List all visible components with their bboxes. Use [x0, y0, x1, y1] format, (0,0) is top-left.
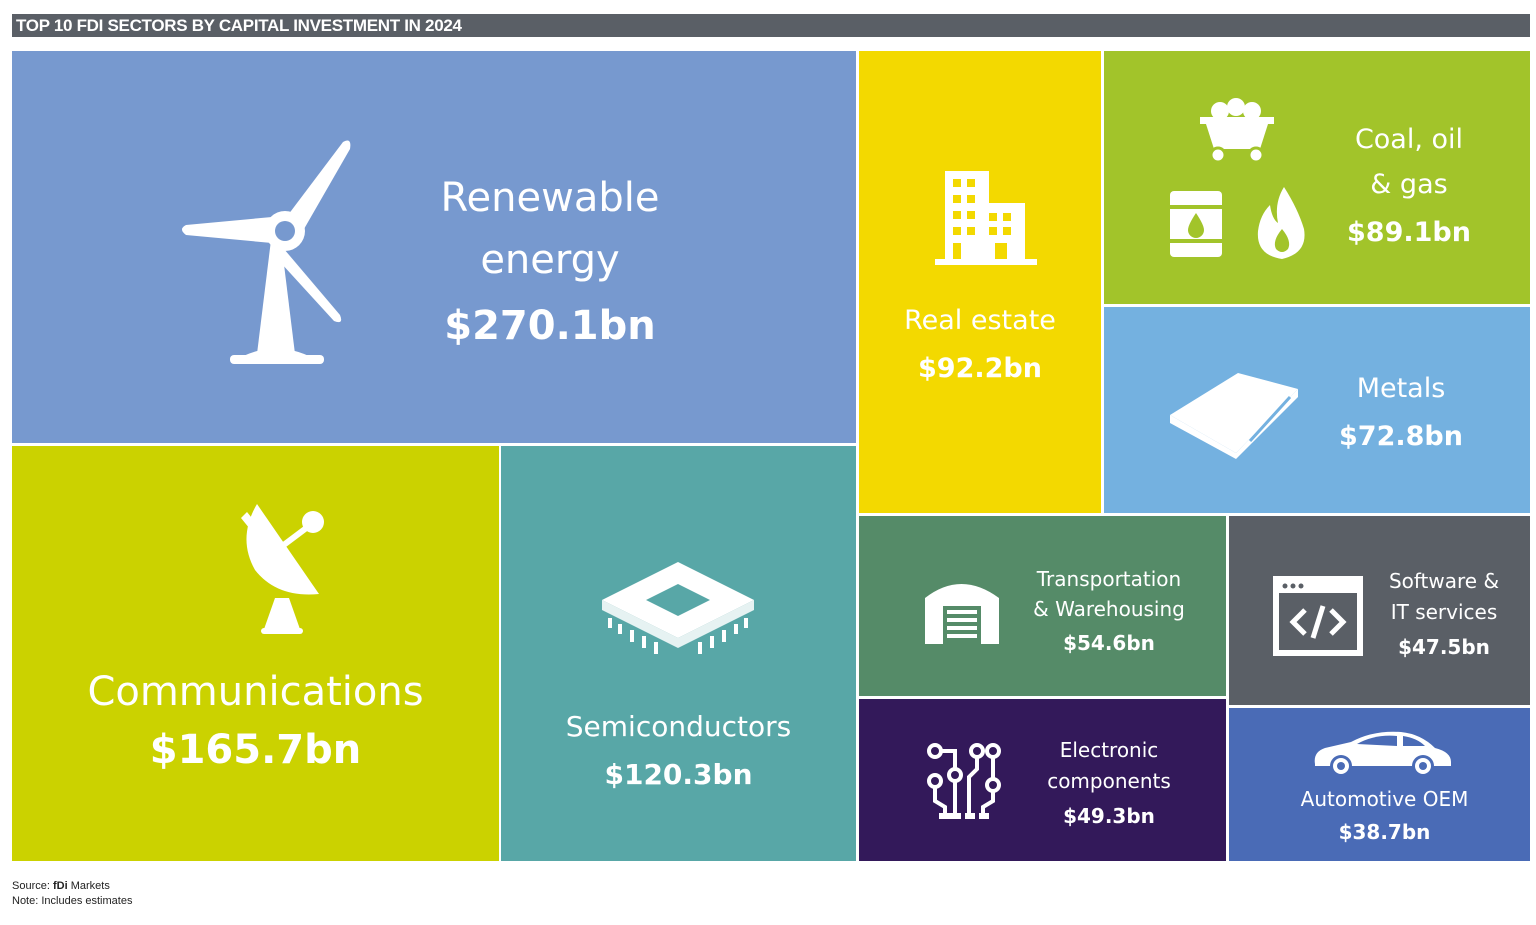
transport-label: Transportation & Warehousing $54.6bn: [1019, 564, 1199, 662]
electronic-label: Electronic components $49.3bn: [1019, 735, 1199, 835]
metals-label: Metals $72.8bn: [1304, 367, 1498, 463]
semiconductors-label: Semiconductors $120.3bn: [501, 704, 856, 800]
electronic-name-line1: Electronic: [1059, 738, 1159, 762]
renewable-label: Renewable energy $270.1bn: [430, 167, 670, 361]
communications-value: $165.7bn: [149, 727, 362, 773]
renewable-value: $270.1bn: [444, 303, 656, 349]
realestate-label: Real estate $92.2bn: [859, 299, 1101, 395]
semiconductors-name: Semiconductors: [565, 710, 792, 743]
automotive-name: Automotive OEM: [1300, 787, 1469, 811]
source-brand: fDi: [52, 880, 68, 892]
transport-name-line2: & Warehousing: [1033, 597, 1185, 621]
realestate-value: $92.2bn: [918, 353, 1042, 384]
car-icon: [1311, 728, 1455, 778]
circuit-icon: [925, 741, 1003, 821]
oil-barrel-icon: [1168, 189, 1224, 259]
code-window-icon: [1273, 576, 1363, 656]
communications-name: Communications: [87, 669, 424, 715]
realestate-name: Real estate: [904, 305, 1056, 336]
electronic-value: $49.3bn: [1063, 804, 1155, 828]
tile-software-it: Software & IT services $47.5bn: [1229, 516, 1530, 705]
transport-value: $54.6bn: [1063, 631, 1155, 655]
source-suffix: Markets: [67, 880, 110, 892]
semiconductors-value: $120.3bn: [604, 758, 753, 791]
metals-name: Metals: [1356, 373, 1446, 404]
metal-sheets-icon: [1166, 367, 1302, 459]
coal-value: $89.1bn: [1347, 217, 1471, 248]
tile-transportation-warehousing: Transportation & Warehousing $54.6bn: [859, 516, 1226, 696]
source-prefix: Source:: [12, 880, 53, 892]
tile-real-estate: Real estate $92.2bn: [859, 51, 1101, 513]
renewable-name-line2: energy: [480, 237, 620, 283]
warehouse-icon: [921, 574, 1003, 646]
coal-name-line2: & gas: [1370, 169, 1448, 200]
satellite-dish-icon: [227, 498, 342, 636]
tile-semiconductors: Semiconductors $120.3bn: [501, 446, 856, 861]
software-value: $47.5bn: [1398, 635, 1490, 659]
estimates-note: Note: Includes estimates: [12, 895, 133, 907]
coal-name-line1: Coal, oil: [1354, 124, 1464, 155]
mine-cart-icon: [1198, 97, 1276, 165]
chart-title: TOP 10 FDI SECTORS BY CAPITAL INVESTMENT…: [12, 14, 1530, 37]
source-note: Source: fDi Markets: [12, 880, 110, 892]
software-name-line1: Software &: [1388, 569, 1500, 593]
flame-icon: [1254, 185, 1308, 261]
automotive-value: $38.7bn: [1338, 820, 1431, 844]
tile-renewable-energy: Renewable energy $270.1bn: [12, 51, 856, 443]
tile-electronic-components: Electronic components $49.3bn: [859, 699, 1226, 861]
software-name-line2: IT services: [1390, 600, 1498, 624]
coal-label: Coal, oil & gas $89.1bn: [1314, 117, 1504, 259]
electronic-name-line2: components: [1047, 769, 1171, 793]
wind-turbine-icon: [180, 137, 370, 367]
microchip-icon: [598, 558, 758, 658]
tile-coal-oil-gas: Coal, oil & gas $89.1bn: [1104, 51, 1530, 304]
communications-label: Communications $165.7bn: [12, 666, 499, 782]
software-label: Software & IT services $47.5bn: [1369, 566, 1519, 666]
renewable-name-line1: Renewable: [440, 175, 660, 221]
tile-metals: Metals $72.8bn: [1104, 307, 1530, 513]
tile-automotive-oem: Automotive OEM $38.7bn: [1229, 708, 1530, 861]
transport-name-line1: Transportation: [1036, 567, 1182, 591]
building-icon: [931, 165, 1041, 267]
automotive-label: Automotive OEM $38.7bn: [1229, 784, 1536, 850]
metals-value: $72.8bn: [1339, 421, 1463, 452]
tile-communications: Communications $165.7bn: [12, 446, 499, 861]
